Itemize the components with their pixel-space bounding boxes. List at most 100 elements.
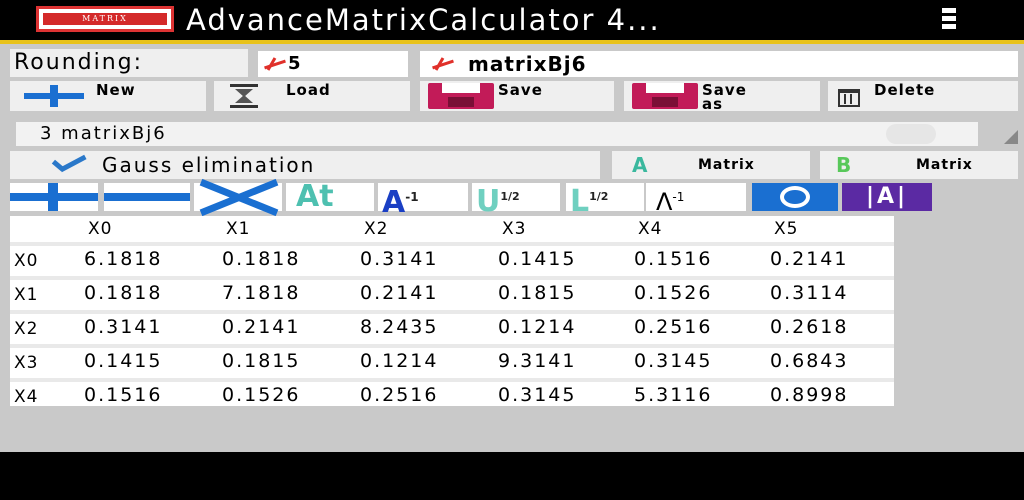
table-cell[interactable]: 9.3141	[498, 350, 576, 372]
eigenvalue-label: Λ	[656, 188, 673, 216]
cholesky-u-button[interactable]: U1/2	[472, 183, 560, 217]
table-cell[interactable]: 0.1815	[498, 282, 576, 304]
cholesky-l-button[interactable]: L1/2	[566, 183, 644, 217]
rounding-label: Rounding:	[10, 49, 248, 77]
row-header: X4	[14, 387, 39, 406]
trash-icon	[838, 89, 860, 107]
matrix-name-input[interactable]: matrixBj6	[420, 51, 1018, 77]
row-divider	[10, 276, 894, 280]
overflow-menu-icon[interactable]	[940, 8, 958, 32]
app-title: AdvanceMatrixCalculator 4...	[186, 3, 661, 37]
table-cell[interactable]: 7.1818	[222, 282, 300, 304]
row-header: X2	[14, 319, 39, 339]
row-divider	[10, 344, 894, 348]
table-cell[interactable]: 0.2516	[634, 316, 712, 338]
column-header: X1	[226, 219, 251, 239]
matrix-table[interactable]: X0 X1 X2 X3 X4 X5 X0 6.1818 0.1818 0.3141 0.1415 0.…	[10, 216, 894, 406]
matrix-b-label: Matrix	[916, 157, 973, 173]
pen-icon	[264, 57, 286, 71]
save-as-label: Save as	[702, 81, 747, 113]
save-as-button[interactable]: Save as	[624, 81, 820, 113]
table-cell[interactable]: 0.6843	[770, 350, 848, 372]
table-cell[interactable]: 0.1516	[84, 384, 162, 406]
rounding-value: 5	[288, 53, 301, 74]
new-button[interactable]: New	[10, 81, 206, 111]
cholesky-l-label: L	[570, 184, 590, 219]
table-cell[interactable]: 0.2141	[222, 316, 300, 338]
load-button[interactable]: Load	[214, 81, 410, 111]
table-cell[interactable]: 0.3145	[498, 384, 576, 406]
table-cell[interactable]: 5.3116	[634, 384, 712, 406]
table-cell[interactable]: 0.1214	[360, 350, 438, 372]
row-header: X0	[14, 251, 39, 271]
column-header: X4	[638, 219, 663, 239]
table-cell[interactable]: 0.1526	[634, 282, 712, 304]
table-cell[interactable]: 0.1526	[222, 384, 300, 406]
table-cell[interactable]: 0.1815	[222, 350, 300, 372]
column-header: X3	[502, 219, 527, 239]
determinant-button[interactable]: |A|	[842, 183, 932, 211]
inverse-superscript: -1	[405, 190, 419, 204]
table-cell[interactable]: 0.3145	[634, 350, 712, 372]
table-cell[interactable]: 0.2516	[360, 384, 438, 406]
table-cell[interactable]: 6.1818	[84, 248, 162, 270]
rounding-input[interactable]: 5	[258, 51, 408, 77]
column-header: X5	[774, 219, 799, 239]
column-header: X0	[88, 219, 113, 239]
letter-b-icon: B	[836, 153, 853, 177]
table-cell[interactable]: 0.1214	[498, 316, 576, 338]
table-cell[interactable]: 0.2618	[770, 316, 848, 338]
app-logo-text: MATRIX	[43, 13, 167, 25]
cholesky-l-superscript: 1/2	[589, 190, 609, 203]
table-cell[interactable]: 0.2141	[360, 282, 438, 304]
matrix-name-value: matrixBj6	[468, 52, 587, 76]
subtract-matrix-button[interactable]	[104, 183, 190, 211]
table-cell[interactable]: 0.1818	[84, 282, 162, 304]
eigenvalue-superscript: -1	[672, 190, 685, 204]
table-cell[interactable]: 0.3114	[770, 282, 848, 304]
cholesky-u-superscript: 1/2	[500, 190, 520, 203]
multiply-matrix-button[interactable]	[194, 178, 282, 217]
add-matrix-button[interactable]	[10, 183, 98, 211]
matrix-selector-dropdown[interactable]: 3 matrixBj6	[16, 122, 978, 146]
floppy-disk-icon	[632, 83, 698, 109]
load-label: Load	[286, 81, 331, 99]
table-cell[interactable]: 8.2435	[360, 316, 438, 338]
matrix-a-button[interactable]: A Matrix	[612, 151, 810, 179]
zero-matrix-button[interactable]	[752, 183, 838, 211]
table-cell[interactable]: 0.1415	[84, 350, 162, 372]
transpose-button[interactable]: At	[286, 182, 374, 212]
table-cell[interactable]: 0.1516	[634, 248, 712, 270]
column-header: X2	[364, 219, 389, 239]
delete-button[interactable]: Delete	[828, 81, 1018, 111]
inverse-button[interactable]: A-1	[378, 183, 468, 218]
method-value: Gauss elimination	[102, 153, 316, 177]
eigenvalue-button[interactable]: Λ-1	[646, 183, 746, 216]
table-cell[interactable]: 0.2141	[770, 248, 848, 270]
bottom-bar	[0, 452, 1024, 500]
title-bar-rule	[0, 40, 1024, 44]
letter-a-icon: A	[632, 153, 649, 177]
plus-icon	[24, 85, 84, 107]
selector-toggle-knob[interactable]	[886, 124, 936, 144]
table-cell[interactable]: 0.1818	[222, 248, 300, 270]
floppy-disk-icon	[428, 83, 494, 109]
table-cell[interactable]: 0.8998	[770, 384, 848, 406]
new-label: New	[96, 81, 136, 99]
inverse-label: A	[382, 185, 406, 220]
checkmark-icon	[50, 157, 88, 173]
delete-label: Delete	[874, 81, 936, 99]
row-header: X3	[14, 353, 39, 373]
save-button[interactable]: Save	[420, 81, 614, 111]
circle-icon	[780, 186, 810, 208]
table-cell[interactable]: 0.3141	[360, 248, 438, 270]
hourglass-icon	[230, 84, 258, 108]
row-divider	[10, 242, 894, 246]
matrix-b-button[interactable]: B Matrix	[820, 151, 1018, 179]
table-cell[interactable]: 0.3141	[84, 316, 162, 338]
save-label: Save	[498, 81, 543, 99]
method-dropdown[interactable]: Gauss elimination	[10, 151, 600, 179]
dropdown-corner-icon	[1004, 130, 1018, 144]
table-cell[interactable]: 0.1415	[498, 248, 576, 270]
row-divider	[10, 378, 894, 382]
